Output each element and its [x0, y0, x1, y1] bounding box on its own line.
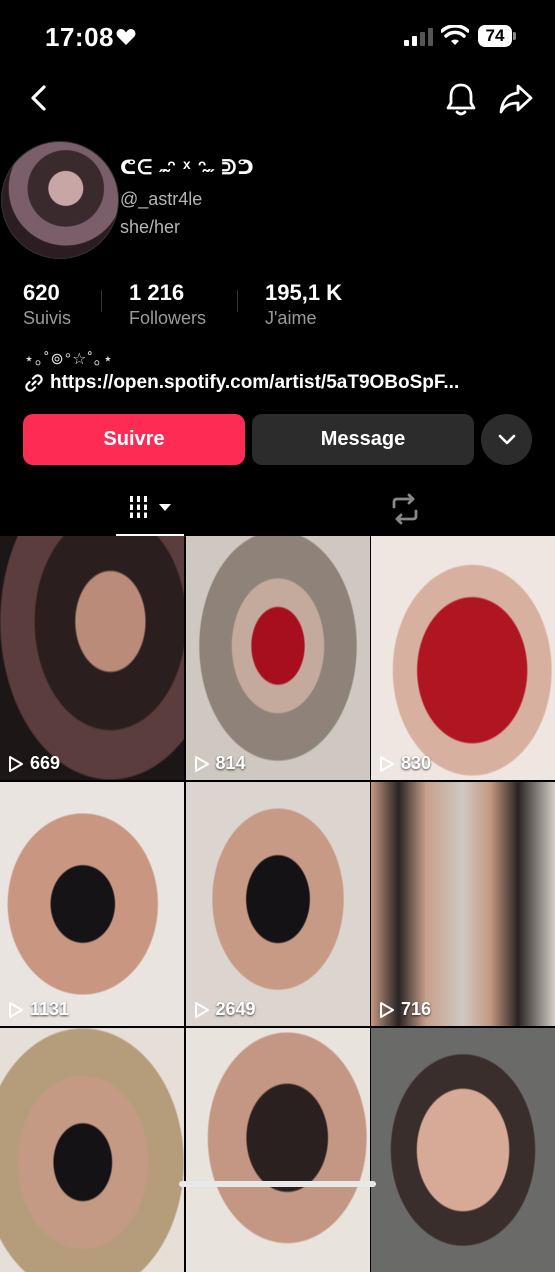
play-icon	[380, 1001, 394, 1018]
stat-followers[interactable]: 1 216 Followers	[129, 280, 206, 329]
stat-following[interactable]: 620 Suivis	[23, 280, 71, 329]
back-icon[interactable]	[26, 83, 54, 113]
signal-icon	[404, 28, 433, 46]
play-count: 830	[379, 753, 431, 774]
avatar[interactable]	[1, 141, 119, 259]
profile-handle: @_astr4le	[120, 189, 203, 209]
home-indicator[interactable]	[179, 1181, 376, 1187]
video-tile[interactable]	[185, 1028, 370, 1272]
stat-divider	[237, 290, 238, 312]
video-grid: 669 814 830 1131 2649 716	[0, 536, 555, 1272]
play-count-value: 2649	[215, 999, 256, 1019]
stat-followers-label: Followers	[129, 308, 207, 328]
profile-name: ᕦᕮ ˶̴ᵔ ˣ ᵔ̴˶ ᕲᕤ	[120, 157, 255, 179]
follow-button[interactable]: Suivre	[23, 414, 245, 465]
share-icon[interactable]	[498, 81, 534, 117]
play-count-value: 716	[401, 999, 432, 1019]
heart-icon	[116, 29, 136, 45]
video-tile[interactable]	[0, 1028, 184, 1272]
status-bar: 17:08 74	[0, 0, 555, 75]
play-count-value: 669	[30, 753, 61, 773]
play-icon	[194, 1001, 209, 1018]
stat-divider	[101, 290, 102, 312]
play-icon	[380, 755, 394, 772]
repost-icon	[392, 493, 418, 525]
tab-reposts[interactable]	[376, 484, 432, 534]
bio-text: ⋆｡˚⊚°☆˚｡⋆	[24, 351, 114, 368]
video-tile[interactable]: 2649	[185, 782, 370, 1026]
video-tile[interactable]: 830	[371, 536, 555, 780]
play-count: 814	[194, 753, 246, 774]
top-nav	[0, 75, 555, 125]
play-count-value: 1131	[30, 999, 70, 1019]
play-count: 716	[379, 999, 431, 1020]
play-count: 1131	[8, 999, 69, 1020]
play-icon	[9, 755, 23, 772]
grid-icon	[129, 496, 171, 518]
battery-indicator: 74	[478, 25, 512, 47]
play-count: 669	[8, 753, 60, 774]
stat-likes-label: J'aime	[265, 308, 317, 328]
status-time: 17:08	[45, 22, 114, 52]
stat-likes[interactable]: 195,1 K J'aime	[265, 280, 342, 329]
video-tile[interactable]	[371, 1028, 555, 1272]
bio-link-text: https://open.spotify.com/artist/5aT9OBoS…	[50, 372, 460, 393]
chevron-down-icon	[498, 434, 515, 444]
play-count-value: 830	[401, 753, 432, 773]
profile-pronouns: she/her	[120, 217, 181, 237]
more-options-button[interactable]	[481, 414, 532, 465]
video-tile[interactable]: 669	[0, 536, 184, 780]
play-count-value: 814	[215, 753, 246, 773]
play-icon	[9, 1001, 23, 1018]
stat-followers-value: 1 216	[129, 280, 185, 305]
play-count: 2649	[194, 999, 256, 1020]
video-tile[interactable]: 1131	[0, 782, 184, 1026]
video-tile[interactable]: 814	[185, 536, 370, 780]
wifi-icon	[441, 25, 469, 45]
stat-following-label: Suivis	[23, 308, 72, 328]
stat-following-value: 620	[23, 280, 60, 305]
stat-likes-value: 195,1 K	[265, 280, 343, 305]
bell-icon[interactable]	[444, 81, 478, 117]
link-icon	[25, 374, 43, 392]
tab-videos[interactable]	[116, 484, 184, 536]
video-tile[interactable]: 716	[371, 782, 555, 1026]
message-button[interactable]: Message	[252, 414, 474, 465]
profile-tabs	[0, 484, 555, 537]
bio-link[interactable]: https://open.spotify.com/artist/5aT9OBoS…	[24, 372, 459, 394]
battery-tip	[513, 32, 516, 40]
play-icon	[194, 755, 209, 772]
